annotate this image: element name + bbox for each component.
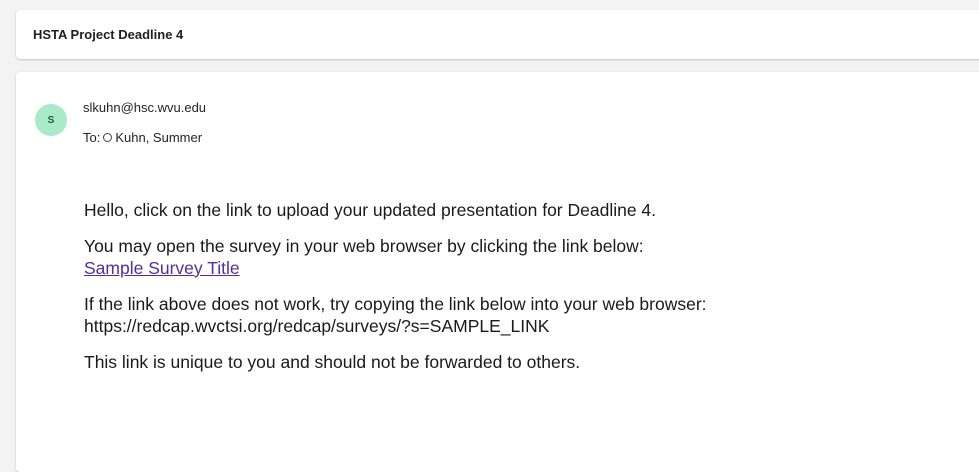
body-paragraph-1: Hello, click on the link to upload your … [84,200,657,220]
body-paragraph-4: This link is unique to you and should no… [84,352,581,372]
body-paragraph-2-text: You may open the survey in your web brow… [84,236,644,256]
survey-link[interactable]: Sample Survey Title [84,257,944,279]
recipients-line: To: Kuhn, Summer [83,130,202,145]
recipient-name[interactable]: Kuhn, Summer [115,130,202,145]
email-subject: HSTA Project Deadline 4 [33,27,184,42]
sender-avatar[interactable]: S [35,104,67,136]
subject-bar: HSTA Project Deadline 4 [16,10,979,59]
body-paragraph-2: You may open the survey in your web brow… [84,235,944,279]
sender-email[interactable]: slkuhn@hsc.wvu.edu [83,100,206,115]
survey-url-text: https://redcap.wvctsi.org/redcap/surveys… [84,316,550,336]
message-card: S slkuhn@hsc.wvu.edu To: Kuhn, Summer He… [16,72,979,472]
presence-status-icon [103,133,113,142]
body-paragraph-3-text: If the link above does not work, try cop… [84,294,707,314]
message-body: Hello, click on the link to upload your … [84,199,944,387]
body-paragraph-3: If the link above does not work, try cop… [84,293,944,337]
to-label: To: [83,130,101,145]
